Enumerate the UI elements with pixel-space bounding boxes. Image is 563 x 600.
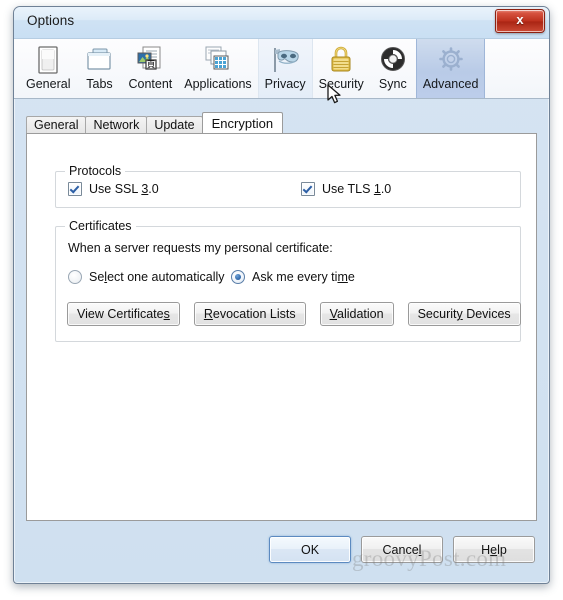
privacy-mask-icon bbox=[268, 43, 302, 76]
svg-text:頁: 頁 bbox=[147, 60, 156, 70]
use-ssl-label: Use SSL 3.0 bbox=[89, 182, 159, 196]
security-devices-button[interactable]: Security Devices bbox=[407, 302, 521, 326]
toolbar-item-tabs[interactable]: Tabs bbox=[76, 39, 122, 98]
cancel-button[interactable]: Cance l bbox=[361, 536, 443, 563]
toolbar-label: Security bbox=[318, 77, 364, 91]
tab-update[interactable]: Update bbox=[146, 116, 203, 133]
radio-ask-every-time[interactable] bbox=[231, 270, 245, 284]
use-tls-checkbox[interactable] bbox=[301, 182, 315, 196]
view-certificates-button[interactable]: View Certificates bbox=[67, 302, 180, 326]
options-dialog-window: Options x General Tabs 頁 Content Applica… bbox=[13, 6, 550, 584]
sub-tab-strip: General Network Update Encryption bbox=[26, 112, 537, 133]
certificate-prompt-label: When a server requests my personal certi… bbox=[68, 241, 333, 255]
use-ssl-checkbox[interactable] bbox=[68, 182, 82, 196]
encryption-tab-content: Protocols Use SSL 3.0 Use TLS 1.0 Certif… bbox=[26, 133, 537, 521]
tab-encryption[interactable]: Encryption bbox=[201, 112, 284, 133]
toolbar-label: General bbox=[26, 77, 71, 91]
padlock-icon bbox=[324, 43, 358, 76]
toolbar-label: Sync bbox=[378, 77, 407, 91]
radio-select-automatically[interactable] bbox=[68, 270, 82, 284]
toolbar-item-applications[interactable]: Applications bbox=[178, 39, 257, 98]
use-tls-label: Use TLS 1.0 bbox=[322, 182, 392, 196]
window-title: Options bbox=[27, 13, 75, 28]
close-button[interactable]: x bbox=[495, 9, 545, 33]
help-button[interactable]: He lp bbox=[453, 536, 535, 563]
radio-select-automatically-row[interactable]: Select one automatically bbox=[68, 270, 225, 284]
general-icon bbox=[31, 43, 65, 76]
tabs-icon bbox=[82, 43, 116, 76]
toolbar-item-security[interactable]: Security bbox=[313, 39, 370, 98]
title-bar: Options x bbox=[14, 7, 549, 39]
toolbar-label: Content bbox=[128, 77, 173, 91]
options-category-toolbar: General Tabs 頁 Content Applications Priv… bbox=[14, 39, 549, 99]
content-icon: 頁 bbox=[133, 43, 167, 76]
toolbar-label: Privacy bbox=[264, 77, 306, 91]
radio-ask-every-time-row[interactable]: Ask me every time bbox=[231, 270, 355, 284]
use-tls-checkbox-row[interactable]: Use TLS 1.0 bbox=[301, 182, 391, 196]
toolbar-item-privacy[interactable]: Privacy bbox=[257, 39, 313, 98]
ok-button[interactable]: OK bbox=[269, 536, 351, 563]
toolbar-label: Advanced bbox=[422, 77, 479, 91]
certificate-action-buttons: View Certificates Revocation Lists Valid… bbox=[67, 302, 521, 326]
tab-network[interactable]: Network bbox=[85, 116, 148, 133]
toolbar-label: Applications bbox=[184, 77, 252, 91]
sync-icon bbox=[376, 43, 410, 76]
applications-icon bbox=[201, 43, 235, 76]
advanced-panel: General Network Update Encryption Protoc… bbox=[26, 112, 537, 521]
validation-button[interactable]: Validation bbox=[319, 302, 394, 326]
radio-select-automatically-label: Select one automatically bbox=[89, 270, 225, 284]
gear-icon bbox=[434, 43, 468, 76]
close-icon: x bbox=[516, 12, 524, 27]
toolbar-item-advanced[interactable]: Advanced bbox=[415, 39, 486, 98]
tab-general[interactable]: General bbox=[26, 116, 87, 133]
revocation-lists-button[interactable]: Revocation Lists bbox=[193, 302, 306, 326]
toolbar-item-content[interactable]: 頁 Content bbox=[122, 39, 178, 98]
use-ssl-checkbox-row[interactable]: Use SSL 3.0 bbox=[68, 182, 159, 196]
dialog-buttons: OK Cance l He lp bbox=[269, 536, 535, 563]
radio-ask-every-time-label: Ask me every time bbox=[252, 270, 355, 284]
toolbar-item-sync[interactable]: Sync bbox=[370, 39, 416, 98]
protocols-group-title: Protocols bbox=[65, 164, 126, 178]
protocols-group: Protocols Use SSL 3.0 Use TLS 1.0 bbox=[55, 164, 521, 208]
certificates-group-title: Certificates bbox=[65, 219, 136, 233]
dialog-button-bar: OK Cance l He lp bbox=[14, 525, 549, 583]
toolbar-label: Tabs bbox=[86, 77, 113, 91]
toolbar-item-general[interactable]: General bbox=[20, 39, 76, 98]
